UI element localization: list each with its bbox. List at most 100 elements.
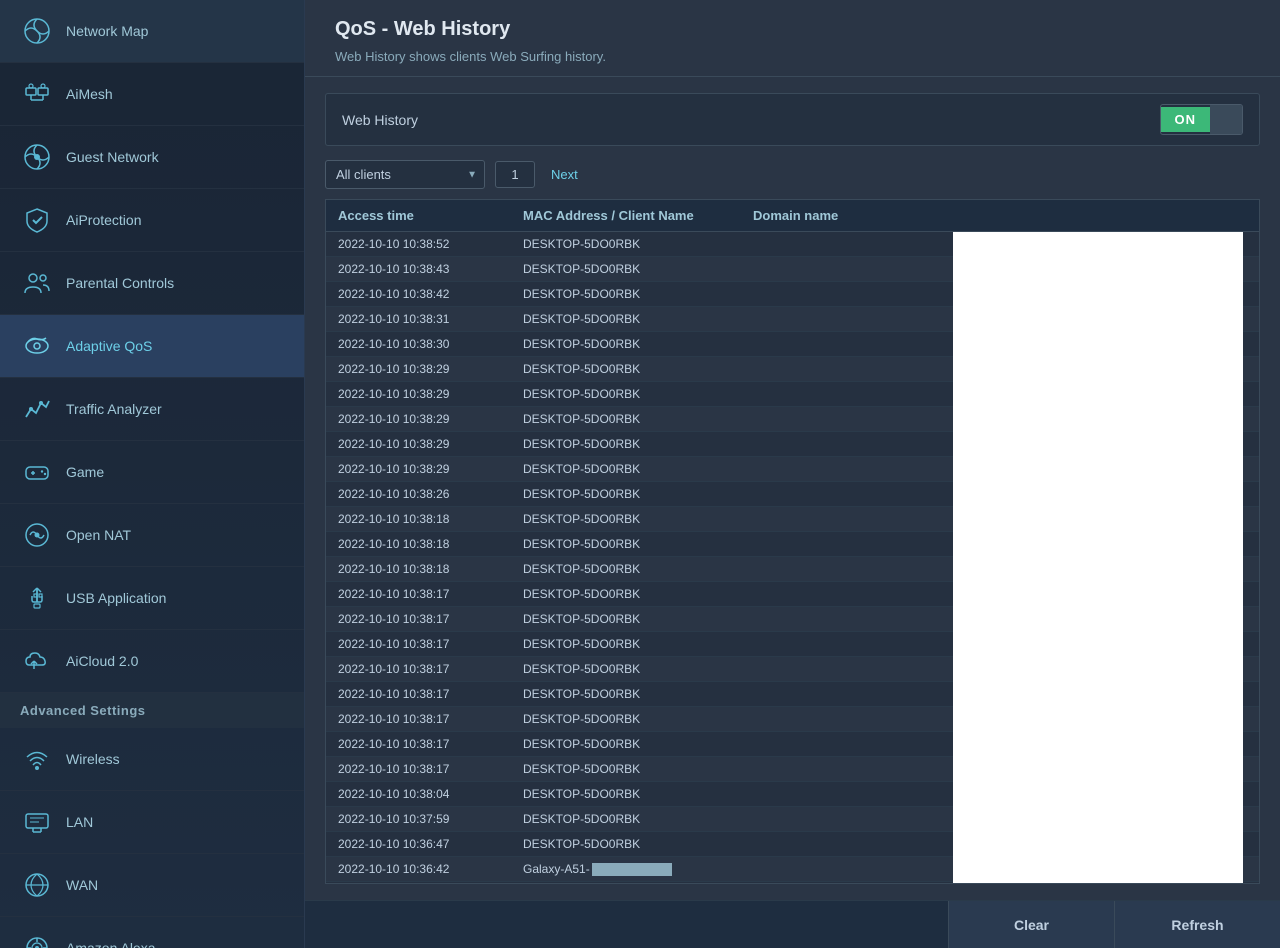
sidebar-item-label: Wireless <box>66 751 120 767</box>
cell-client: DESKTOP-5DO0RBK <box>523 662 753 676</box>
toggle-on-label: ON <box>1161 107 1211 132</box>
sidebar-item-guest-network[interactable]: Guest Network <box>0 126 304 189</box>
cell-time: 2022-10-10 10:38:52 <box>338 237 523 251</box>
sidebar-item-label: Parental Controls <box>66 275 174 291</box>
cell-time: 2022-10-10 10:38:17 <box>338 737 523 751</box>
aimesh-icon <box>20 77 54 111</box>
sidebar-item-aiprotection[interactable]: AiProtection <box>0 189 304 252</box>
cell-time: 2022-10-10 10:38:18 <box>338 562 523 576</box>
sidebar-item-label: LAN <box>66 814 93 830</box>
cell-time: 2022-10-10 10:38:17 <box>338 587 523 601</box>
sidebar-item-usb-application[interactable]: USB Application <box>0 567 304 630</box>
sidebar-item-label: WAN <box>66 877 98 893</box>
cell-client: DESKTOP-5DO0RBK <box>523 337 753 351</box>
page-header: QoS - Web History Web History shows clie… <box>305 0 1280 77</box>
sidebar-item-traffic-analyzer[interactable]: Traffic Analyzer <box>0 378 304 441</box>
lan-icon <box>20 805 54 839</box>
network-map-icon <box>20 14 54 48</box>
page-subtitle: Web History shows clients Web Surfing hi… <box>335 49 1250 64</box>
cell-client: DESKTOP-5DO0RBK <box>523 687 753 701</box>
amazon-alexa-icon <box>20 931 54 948</box>
sidebar-item-label: Amazon Alexa <box>66 940 156 948</box>
sidebar-item-label: AiCloud 2.0 <box>66 653 138 669</box>
cell-client: DESKTOP-5DO0RBK <box>523 837 753 851</box>
open-nat-icon <box>20 518 54 552</box>
sidebar-item-label: USB Application <box>66 590 166 606</box>
usb-application-icon <box>20 581 54 615</box>
cell-time: 2022-10-10 10:38:31 <box>338 312 523 326</box>
sidebar-item-game[interactable]: Game <box>0 441 304 504</box>
cell-time: 2022-10-10 10:38:17 <box>338 762 523 776</box>
sidebar-item-label: Guest Network <box>66 149 159 165</box>
cell-client: DESKTOP-5DO0RBK <box>523 237 753 251</box>
advanced-settings-header: Advanced Settings <box>0 693 304 728</box>
sidebar-item-aicloud[interactable]: AiCloud 2.0 <box>0 630 304 693</box>
table-header: Access time MAC Address / Client Name Do… <box>326 200 1259 232</box>
sidebar-item-lan[interactable]: LAN <box>0 791 304 854</box>
cell-time: 2022-10-10 10:38:42 <box>338 287 523 301</box>
aicloud-icon <box>20 644 54 678</box>
sidebar-item-wan[interactable]: WAN <box>0 854 304 917</box>
cell-time: 2022-10-10 10:38:30 <box>338 337 523 351</box>
next-button[interactable]: Next <box>545 163 584 186</box>
web-history-label: Web History <box>342 112 1160 128</box>
cell-client: DESKTOP-5DO0RBK <box>523 412 753 426</box>
clear-button[interactable]: Clear <box>948 901 1114 948</box>
guest-network-icon <box>20 140 54 174</box>
client-select[interactable]: All clients <box>325 160 485 189</box>
cell-client: DESKTOP-5DO0RBK <box>523 712 753 726</box>
cell-client: DESKTOP-5DO0RBK <box>523 362 753 376</box>
content-area: Web History ON All clients ▼ Next Access… <box>305 77 1280 900</box>
sidebar-item-open-nat[interactable]: Open NAT <box>0 504 304 567</box>
page-number-input[interactable] <box>495 161 535 188</box>
sidebar-item-aimesh[interactable]: AiMesh <box>0 63 304 126</box>
cell-time: 2022-10-10 10:38:18 <box>338 512 523 526</box>
cell-time: 2022-10-10 10:38:17 <box>338 712 523 726</box>
web-history-toggle[interactable]: ON <box>1160 104 1244 135</box>
cell-client: DESKTOP-5DO0RBK <box>523 487 753 501</box>
sidebar-item-network-map[interactable]: Network Map <box>0 0 304 63</box>
cell-time: 2022-10-10 10:38:17 <box>338 662 523 676</box>
toggle-off-area <box>1210 105 1242 134</box>
cell-time: 2022-10-10 10:38:17 <box>338 687 523 701</box>
cell-client: Galaxy-A51- <box>523 862 753 876</box>
cell-time: 2022-10-10 10:37:59 <box>338 812 523 826</box>
cell-time: 2022-10-10 10:38:26 <box>338 487 523 501</box>
cell-client: DESKTOP-5DO0RBK <box>523 637 753 651</box>
parental-controls-icon <box>20 266 54 300</box>
adaptive-qos-icon <box>20 329 54 363</box>
sidebar-item-label: Network Map <box>66 23 148 39</box>
cell-time: 2022-10-10 10:38:29 <box>338 437 523 451</box>
cell-client: DESKTOP-5DO0RBK <box>523 612 753 626</box>
cell-client: DESKTOP-5DO0RBK <box>523 312 753 326</box>
sidebar-item-label: Adaptive QoS <box>66 338 152 354</box>
cell-client: DESKTOP-5DO0RBK <box>523 587 753 601</box>
sidebar-item-label: Game <box>66 464 104 480</box>
footer-buttons: Clear Refresh <box>305 900 1280 948</box>
col-mac-client: MAC Address / Client Name <box>523 208 753 223</box>
web-history-toggle-row: Web History ON <box>325 93 1260 146</box>
cell-time: 2022-10-10 10:38:29 <box>338 462 523 476</box>
cell-time: 2022-10-10 10:36:42 <box>338 862 523 876</box>
cell-time: 2022-10-10 10:38:29 <box>338 387 523 401</box>
domain-white-area <box>953 232 1243 883</box>
sidebar-item-parental-controls[interactable]: Parental Controls <box>0 252 304 315</box>
main-content: QoS - Web History Web History shows clie… <box>305 0 1280 948</box>
cell-client: DESKTOP-5DO0RBK <box>523 462 753 476</box>
client-select-wrapper: All clients ▼ <box>325 160 485 189</box>
cell-client: DESKTOP-5DO0RBK <box>523 387 753 401</box>
sidebar: Network Map AiMesh Guest Network <box>0 0 305 948</box>
sidebar-item-amazon-alexa[interactable]: Amazon Alexa <box>0 917 304 948</box>
cell-time: 2022-10-10 10:38:43 <box>338 262 523 276</box>
sidebar-item-wireless[interactable]: Wireless <box>0 728 304 791</box>
cell-time: 2022-10-10 10:38:04 <box>338 787 523 801</box>
refresh-button[interactable]: Refresh <box>1114 901 1280 948</box>
game-icon <box>20 455 54 489</box>
aiprotection-icon <box>20 203 54 237</box>
sidebar-item-adaptive-qos[interactable]: Adaptive QoS <box>0 315 304 378</box>
cell-client: DESKTOP-5DO0RBK <box>523 787 753 801</box>
cell-client: DESKTOP-5DO0RBK <box>523 262 753 276</box>
cell-client: DESKTOP-5DO0RBK <box>523 512 753 526</box>
cell-client: DESKTOP-5DO0RBK <box>523 287 753 301</box>
cell-time: 2022-10-10 10:38:17 <box>338 637 523 651</box>
